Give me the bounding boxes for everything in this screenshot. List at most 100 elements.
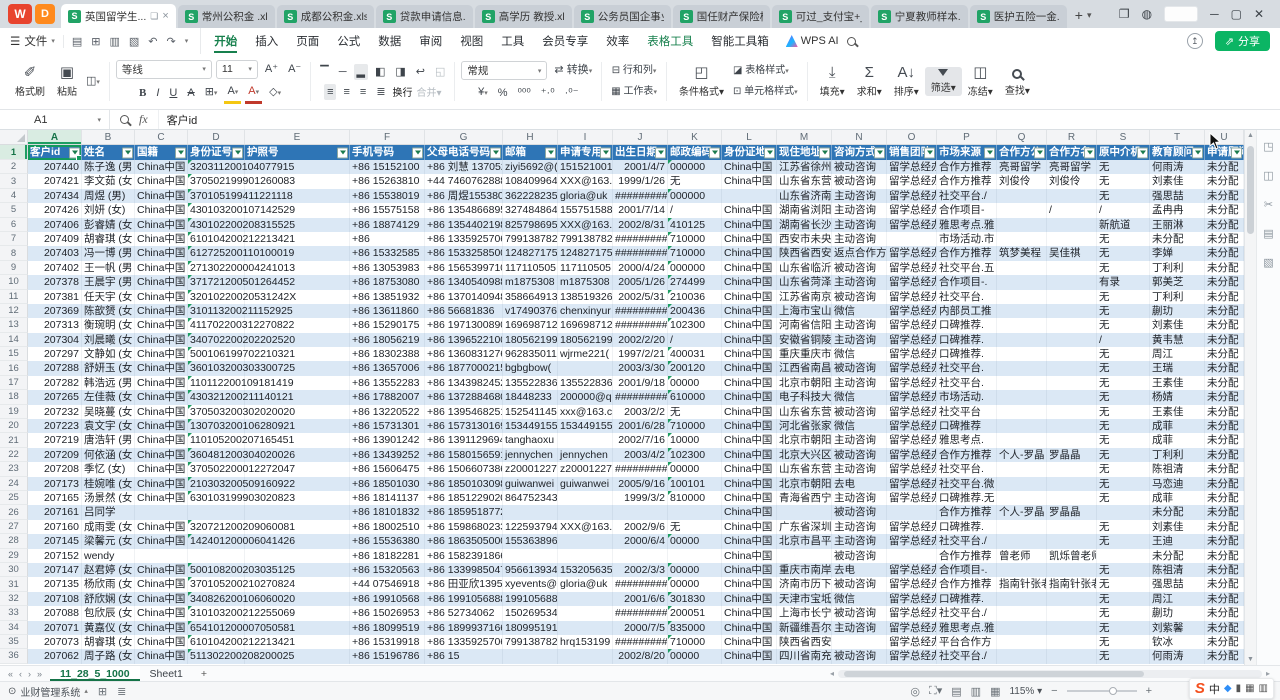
clear-format-icon[interactable]: ◇▾ [266,84,284,102]
cell[interactable]: 留学总经办 [887,563,937,577]
wps-ai-button[interactable]: WPS AI [778,35,847,47]
cell[interactable]: 口碑推荐. [937,347,997,361]
cell[interactable]: +86 1850103098 [425,477,503,491]
cell[interactable]: 刘俊伶 [997,174,1047,188]
cell[interactable]: 青海省西宁 [777,491,832,505]
search-icon[interactable] [847,37,856,46]
system-menu-button[interactable]: ⊙ 业财管理系统 ▴ [8,684,88,699]
cell[interactable]: 留学总经办 [887,304,937,318]
cell[interactable]: 留学总经办 [887,419,937,433]
cell[interactable]: 2002/8/31 [613,218,668,232]
cell[interactable]: 无 [1097,419,1150,433]
cell[interactable]: 207282 [28,376,82,390]
cell[interactable]: 2000/4/24 [613,261,668,275]
cell[interactable]: 210036 [668,290,722,304]
header-cell[interactable]: 姓名 [82,145,135,160]
cell[interactable]: 207088 [28,606,82,620]
cell[interactable]: 2001/7/14 [613,203,668,217]
cell[interactable]: +86 1877000215 [425,361,503,375]
cell[interactable]: 去电 [832,477,887,491]
row-number[interactable]: 23 [0,462,28,476]
first-sheet-icon[interactable]: « [8,669,13,679]
cell[interactable]: 主动咨询 [832,218,887,232]
cell[interactable]: 马恋迪 [1150,477,1205,491]
cell[interactable]: 留学总经办 [887,275,937,289]
decrease-indent-icon[interactable]: ◧ [372,64,388,80]
header-cell[interactable]: 申请专用 [558,145,613,160]
cell[interactable]: gloria@uk [558,577,613,591]
cell[interactable]: 430103200107142529 [188,203,245,217]
cell[interactable]: 陈祖清 [1150,563,1205,577]
cell[interactable]: guiwanwei [503,477,558,491]
cell[interactable]: 未分配 [1205,419,1244,433]
cell[interactable]: 刘素佳 [1150,520,1205,534]
cell[interactable]: 山东省东营 [777,174,832,188]
vertical-scroll-thumb[interactable] [1247,146,1254,234]
cell[interactable]: 被动咨询 [832,261,887,275]
filter-dropdown-icon[interactable] [984,147,995,158]
cell[interactable]: 370105199411221118 [188,189,245,203]
cell[interactable]: bgbgbow( [503,361,558,375]
cell[interactable]: 社交平台./ [937,534,997,548]
input-method-bar[interactable]: S 中 ◆ ▮ ▦ ▥ [1189,678,1274,699]
cell[interactable] [503,549,558,563]
cell[interactable]: 207219 [28,433,82,447]
align-top-icon[interactable]: ▔ [317,64,331,80]
cell[interactable]: China中国 [135,577,188,591]
cell[interactable]: 未分配 [1205,333,1244,347]
cell[interactable]: 未分配 [1205,261,1244,275]
cell[interactable]: +86 15731301 [350,419,425,433]
cell[interactable]: +86 1391129694 [425,433,503,447]
cell[interactable]: 被动咨询 [832,549,887,563]
cell[interactable]: 被动咨询 [832,174,887,188]
selection-mode-icon[interactable]: ⛶▾ [929,684,942,698]
ime-lightning-icon[interactable]: ◆ [1224,683,1232,694]
column-letter-H[interactable]: H [503,130,558,144]
cell[interactable] [997,419,1047,433]
cell[interactable] [997,203,1047,217]
header-cell[interactable]: 现住地址 [777,145,832,160]
header-cell[interactable]: 身份证地 [722,145,777,160]
cell[interactable]: +86 15575158 [350,203,425,217]
cell[interactable]: 社交平台. [937,462,997,476]
filter-dropdown-icon[interactable] [1137,147,1148,158]
header-cell[interactable]: 合作方名 [1047,145,1097,160]
insert-function-icon[interactable]: fx [139,112,148,127]
output-icon[interactable]: ⊞ [91,35,100,48]
cell[interactable]: / [1097,333,1150,347]
cell[interactable] [188,505,245,519]
cell[interactable] [558,361,613,375]
cell[interactable]: 留学总经办 [887,160,937,174]
cell[interactable] [245,549,350,563]
cell[interactable]: 湖南省浏阳 [777,203,832,217]
cell[interactable]: China中国 [722,419,777,433]
cell[interactable]: 301830 [668,592,722,606]
cell[interactable]: 何依涵 (女 [82,448,135,462]
cell[interactable]: 未分配 [1205,520,1244,534]
cell[interactable]: 强思喆 [1150,189,1205,203]
cell[interactable] [722,189,777,203]
menu-item-审阅[interactable]: 审阅 [410,28,451,54]
document-tab[interactable]: S贷款申请信息.xlsx [376,5,473,28]
cell[interactable]: 山东省东营 [777,405,832,419]
cell[interactable]: 吕同学 [82,505,135,519]
cell[interactable]: 152541145 [503,405,558,419]
cell[interactable] [1047,347,1097,361]
cell[interactable]: +86 1851229020 [425,491,503,505]
row-number[interactable]: 16 [0,361,28,375]
cell[interactable] [887,549,937,563]
column-letter-U[interactable]: U [1205,130,1244,144]
menu-item-表格工具[interactable]: 表格工具 [638,28,702,54]
cell[interactable]: 王迪 [1150,534,1205,548]
cell[interactable]: 360103200303300725 [188,361,245,375]
cell[interactable]: 社交平台./ [937,649,997,663]
cell[interactable] [558,592,613,606]
cell[interactable]: China中国 [135,333,188,347]
conditional-format-button[interactable]: ◰ 条件格式▾ [673,63,730,100]
cell[interactable] [777,505,832,519]
cell[interactable]: China中国 [722,218,777,232]
cell[interactable]: 包欣辰 (女 [82,606,135,620]
cell[interactable]: 124827175 [503,246,558,260]
cell[interactable]: 410125 [668,218,722,232]
cell[interactable]: 主动咨询 [832,534,887,548]
